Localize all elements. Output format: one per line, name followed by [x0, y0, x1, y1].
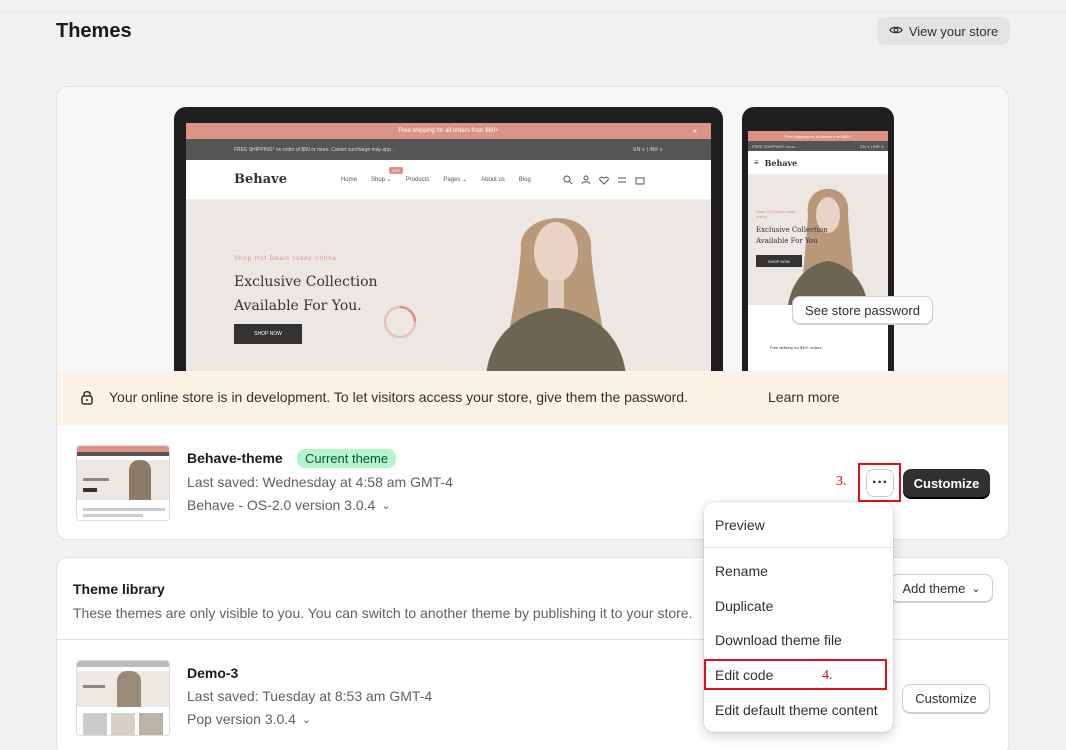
annotation-box-edit-code [704, 659, 887, 690]
site-nav: Behave Home Shop ⌄ HOT Products Pages ⌄ … [186, 160, 711, 200]
eye-icon [889, 23, 903, 40]
menu-item-preview[interactable]: Preview [715, 517, 765, 533]
learn-more-link[interactable]: Learn more [768, 389, 840, 405]
menu-item-rename[interactable]: Rename [715, 563, 768, 579]
dev-store-banner: Your online store is in development. To … [57, 371, 1008, 425]
chevron-down-icon: ⌄ [971, 582, 981, 595]
banner-text: Your online store is in development. To … [109, 389, 688, 405]
desktop-preview: Free shipping for all orders from $60+ ×… [174, 107, 723, 371]
chevron-down-icon: ⌄ [301, 714, 312, 726]
hero-banner: Shop Hot Deals today online Exclusive Co… [186, 200, 711, 371]
library-description: These themes are only visible to you. Yo… [73, 605, 693, 621]
theme-thumbnail [76, 445, 170, 521]
step-4-label: 4. [822, 668, 833, 683]
model-image [486, 218, 626, 371]
library-title: Theme library [73, 581, 165, 597]
see-store-password-button[interactable]: See store password [792, 296, 933, 324]
step-3-label: 3. [836, 474, 847, 489]
top-bar [0, 0, 1066, 12]
view-store-button[interactable]: View your store [877, 17, 1010, 45]
theme-name: Behave-theme [187, 450, 283, 466]
menu-divider [704, 547, 893, 548]
page-title: Themes [56, 20, 132, 42]
theme-version[interactable]: Behave - OS-2.0 version 3.0.4 ⌄ [187, 497, 391, 515]
library-theme-version[interactable]: Pop version 3.0.4 ⌄ [187, 711, 311, 729]
theme-last-saved: Last saved: Wednesday at 4:58 am GMT-4 [187, 474, 453, 490]
library-theme-last-saved: Last saved: Tuesday at 8:53 am GMT-4 [187, 688, 433, 704]
menu-item-download[interactable]: Download theme file [715, 632, 842, 648]
site-logo: Behave [234, 172, 287, 187]
site-icons [563, 175, 645, 185]
menu-icon: ≡ [754, 158, 759, 167]
menu-item-edit-default-content[interactable]: Edit default theme content [715, 702, 878, 718]
cart-icon [635, 177, 645, 184]
theme-actions-menu: Preview Rename Duplicate Download theme … [704, 502, 893, 732]
current-theme-badge: Current theme [297, 449, 397, 468]
add-theme-button[interactable]: Add theme ⌄ [890, 574, 993, 602]
compare-icon [617, 177, 626, 182]
lock-icon [81, 391, 93, 405]
library-customize-button[interactable]: Customize [902, 684, 990, 713]
menu-item-duplicate[interactable]: Duplicate [715, 598, 773, 614]
customize-button[interactable]: Customize [903, 469, 990, 497]
heart-icon [599, 176, 609, 185]
library-theme-thumbnail [76, 660, 170, 736]
shipping-bar: FREE SHIPPING* on order of $50 or more. … [186, 139, 711, 160]
mobile-preview: Free shipping for all orders from $60+ F… [742, 107, 894, 371]
view-store-label: View your store [908, 23, 999, 39]
promo-bar: Free shipping for all orders from $60+ × [186, 123, 711, 139]
loading-spinner-icon [383, 305, 417, 339]
chevron-down-icon: ⌄ [381, 500, 391, 512]
more-actions-button[interactable]: ··· [866, 469, 894, 497]
close-icon: × [692, 126, 697, 136]
search-icon [563, 175, 573, 184]
theme-preview[interactable]: Free shipping for all orders from $60+ ×… [57, 87, 1008, 371]
library-theme-name: Demo-3 [187, 665, 239, 681]
user-icon [581, 175, 591, 184]
